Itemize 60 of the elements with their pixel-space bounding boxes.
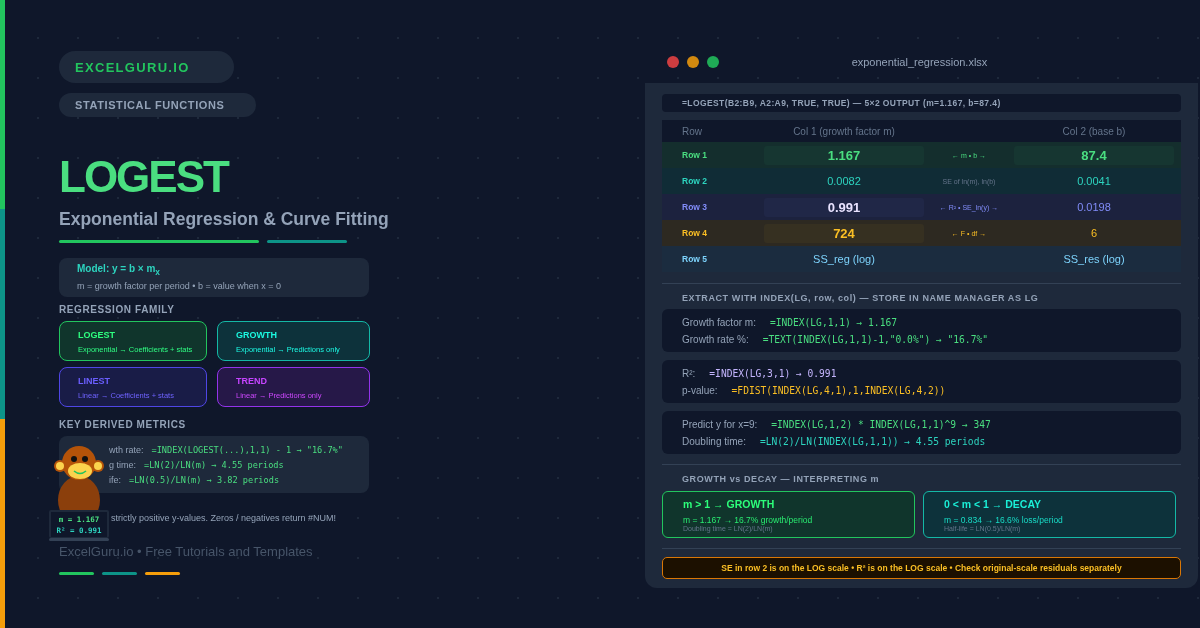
category-badge: STATISTICAL FUNCTIONS	[59, 93, 257, 117]
metric-label: g time:	[109, 459, 136, 470]
metric-formula: =INDEX(LOGEST(...),1,1) - 1 → "16.7%"	[151, 444, 343, 455]
metric-formula: =LN(2)/LN(m) → 4.55 periods	[144, 459, 284, 470]
card-detail: m = 0.834 → 16.6% loss/period	[944, 515, 1064, 525]
table-cell-text: SS_reg (log)	[812, 252, 876, 267]
row-label: Row 5	[681, 254, 709, 264]
formula-label: Growth rate %:	[682, 333, 749, 345]
table-cell: 1.167	[764, 145, 924, 165]
formula-label: Predict y for x=9:	[682, 418, 758, 430]
brand-badge: EXCELGURU.IO	[59, 51, 234, 83]
table-cell-text: 0.0082	[826, 174, 862, 189]
formula-text: =INDEX(LG,1,2) * INDEX(LG,1,1)^9 → 347	[771, 418, 991, 430]
row-label: Row 2	[681, 176, 709, 186]
formula-text: =FDIST(INDEX(LG,4,1),1,INDEX(LG,4,2))	[731, 384, 946, 396]
card-title: 0 < m < 1 → DECAY	[944, 498, 1043, 510]
metric-label: wth rate:	[109, 444, 144, 455]
column-header: Col 2 (base b)	[1061, 125, 1127, 137]
section-heading: EXTRACT WITH INDEX(LG, row, col) — STORE IN NAME MANAGER AS LG	[682, 293, 1040, 303]
warning-banner: SE in row 2 is on the LOG scale • R² is on the LOG scale • Check original-scale residuals separately	[662, 557, 1181, 579]
function-name: GROWTH	[236, 330, 278, 340]
formula-label: p-value:	[682, 384, 718, 396]
formula-label: R²:	[682, 367, 696, 379]
column-header: Row	[681, 125, 703, 137]
formula-bar: =LOGEST(B2:B9, A2:A9, TRUE, TRUE) — 5×2 OUTPUT (m=1.167, b=87.4)	[662, 94, 1181, 112]
card-detail: m = 1.167 → 16.7% growth/period	[683, 515, 814, 525]
function-name: TREND	[236, 376, 268, 386]
model-description: m = growth factor per period • b = value when x = 0	[77, 281, 282, 291]
table-cell: 0.991	[764, 197, 924, 217]
window-controls-icon[interactable]	[667, 55, 721, 68]
function-name: LOGEST	[78, 330, 116, 340]
section-heading: KEY DERIVED METRICS	[59, 419, 187, 430]
formula-label: Growth factor m:	[682, 316, 756, 328]
table-cell-text: 6	[1089, 226, 1099, 241]
table-cell-text: 0.0198	[1076, 200, 1112, 215]
page-subtitle: Exponential Regression & Curve Fitting	[59, 209, 389, 230]
section-heading: REGRESSION FAMILY	[59, 304, 176, 315]
formula-text: =LN(2)/LN(INDEX(LG,1,1)) → 4.55 periods	[759, 435, 986, 447]
row-label: Row 1	[681, 150, 709, 160]
formula-text: =TEXT(INDEX(LG,1,1)-1,"0.0%") → "16.7%"	[762, 333, 988, 345]
table-cell: 724	[764, 223, 924, 243]
section-heading: GROWTH vs DECAY — INTERPRETING m	[682, 474, 881, 484]
function-name: LINEST	[78, 376, 111, 386]
row-label: Row 4	[681, 228, 709, 238]
metric-formula: =LN(0.5)/LN(m) → 3.82 periods	[129, 474, 280, 485]
footer-text: ExcelGuru.io • Free Tutorials and Templates	[59, 544, 314, 559]
table-cell: 87.4	[1014, 145, 1174, 165]
table-cell-text: SS_res (log)	[1062, 252, 1126, 267]
note-text: strictly positive y-values. Zeros / negatives return #NUM!	[111, 513, 338, 523]
column-header: Col 1 (growth factor m)	[792, 125, 896, 137]
metric-label: ife:	[109, 474, 121, 485]
page-title: LOGEST	[59, 151, 230, 203]
formula-text: =INDEX(LG,1,1) → 1.167	[769, 316, 897, 328]
card-title: m > 1 → GROWTH	[683, 498, 776, 510]
formula-label: Doubling time:	[682, 435, 746, 447]
table-cell-text: 0.0041	[1076, 174, 1112, 189]
model-formula: Model: y = b × m$_{x}$	[77, 263, 160, 274]
window-title: exponential_regression.xlsx	[850, 55, 989, 68]
row-label: Row 3	[681, 202, 709, 212]
formula-text: =INDEX(LG,3,1) → 0.991	[709, 367, 837, 379]
